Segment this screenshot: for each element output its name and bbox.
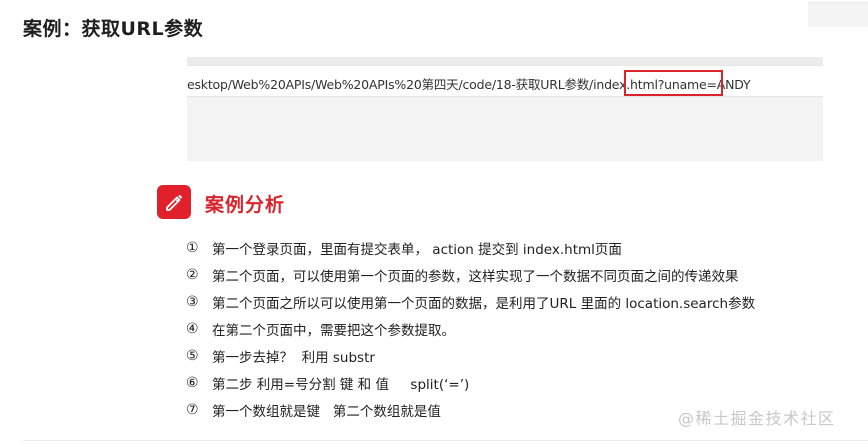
step-number: ④ [186, 320, 199, 337]
pencil-icon [157, 185, 191, 219]
list-item: ⑦ 第一个数组就是键 第二个数组就是值 [186, 396, 755, 423]
list-item: ⑥ 第二步 利用=号分割 键 和 值 split(‘=’) [186, 369, 755, 396]
url-path: esktop/Web%20APIs/Web%20APIs%20第四天/code/… [187, 77, 665, 92]
step-number: ② [186, 266, 199, 283]
analysis-steps-list: ① 第一个登录页面，里面有提交表单， action 提交到 index.html页… [186, 234, 755, 423]
list-item: ⑤ 第一步去掉？ 利用 substr [186, 342, 755, 369]
step-number: ⑥ [186, 374, 199, 391]
step-number: ③ [186, 293, 199, 310]
list-item: ② 第二个页面，可以使用第一个页面的参数，这样实现了一个数据不同页面之间的传递效果 [186, 261, 755, 288]
step-text: 第二步 利用=号分割 键 和 值 split(‘=’) [212, 376, 470, 393]
query-highlight-box [624, 70, 723, 96]
corner-panel [808, 2, 868, 27]
section-title: 案例分析 [205, 194, 286, 216]
step-number: ⑤ [186, 347, 199, 364]
step-text: 在第二个页面中，需要把这个参数提取。 [212, 322, 455, 339]
divider [23, 440, 868, 441]
step-text: 第一个数组就是键 第二个数组就是值 [212, 403, 441, 420]
watermark: @稀土掘金技术社区 [678, 409, 836, 428]
step-number: ① [186, 239, 199, 256]
browser-screenshot: esktop/Web%20APIs/Web%20APIs%20第四天/code/… [187, 57, 823, 161]
address-bar: esktop/Web%20APIs/Web%20APIs%20第四天/code/… [187, 65, 823, 97]
step-text: 第二个页面之所以可以使用第一个页面的数据，是利用了URL 里面的 locatio… [212, 295, 756, 312]
step-text: 第二个页面，可以使用第一个页面的参数，这样实现了一个数据不同页面之间的传递效果 [212, 268, 739, 285]
step-text: 第一个登录页面，里面有提交表单， action 提交到 index.html页面 [212, 241, 622, 258]
step-number: ⑦ [186, 401, 199, 418]
page-title: 案例：获取URL参数 [23, 18, 204, 40]
step-text: 第一步去掉？ 利用 substr [212, 349, 375, 366]
list-item: ① 第一个登录页面，里面有提交表单， action 提交到 index.html页… [186, 234, 755, 261]
list-item: ④ 在第二个页面中，需要把这个参数提取。 [186, 315, 755, 342]
list-item: ③ 第二个页面之所以可以使用第一个页面的数据，是利用了URL 里面的 locati… [186, 288, 755, 315]
browser-toolbar-edge [187, 57, 823, 65]
